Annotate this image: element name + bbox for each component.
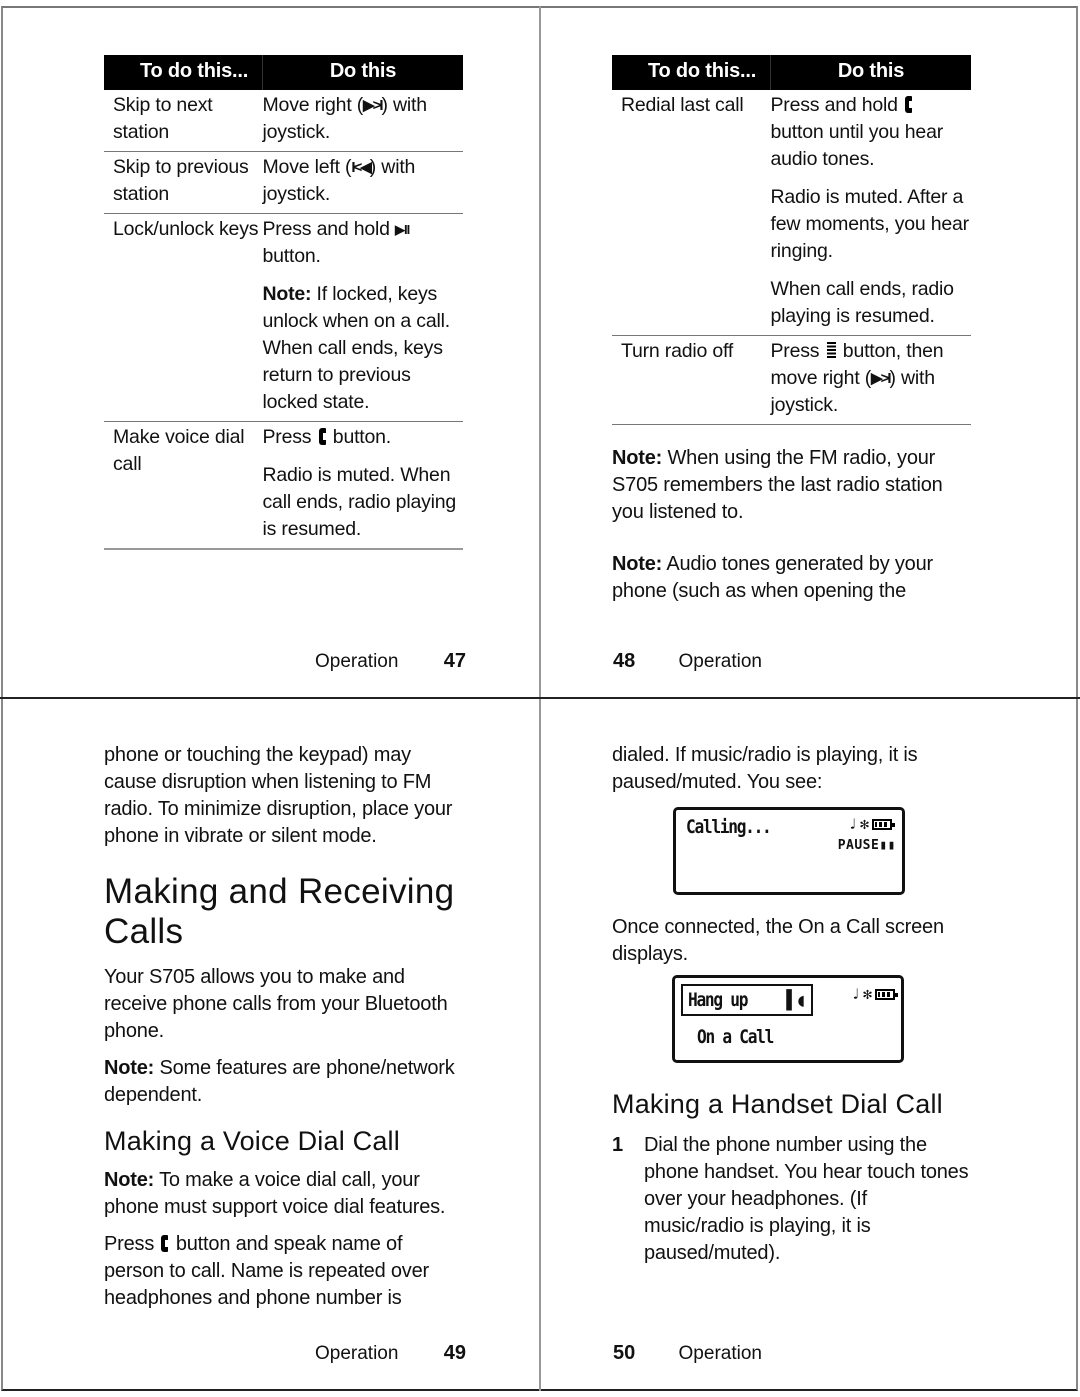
screen-title: On a Call (697, 1026, 774, 1048)
task-cell: Skip to next station (104, 90, 263, 152)
battery-icon (875, 988, 898, 1000)
on-call-paragraph: Once connected, the On a Call screen dis… (612, 916, 944, 965)
pause-status: PAUSE▮▮ (837, 838, 896, 853)
previous-track-icon: I<◀ (351, 159, 372, 176)
step-text: Dial the phone number using the phone ha… (644, 1134, 969, 1264)
page-number: 47 (443, 650, 466, 672)
step-item: 1 Dial the phone number using the phone … (612, 1132, 972, 1267)
page-footer-50: 50 Operation (613, 1342, 762, 1365)
calling-screen: Calling... ♩ ✻ PAUSE▮▮ (673, 807, 905, 895)
task-cell: Skip to previous station (104, 151, 263, 214)
intro-paragraph: phone or touching the keypad) may cause … (104, 744, 453, 847)
bluetooth-icon: ✻ (862, 985, 872, 1003)
battery-icon (872, 818, 895, 830)
table-header-task: To do this... (612, 55, 771, 90)
end-call-icon: ▌◖ (786, 990, 806, 1011)
music-note-icon: ♩ (847, 815, 857, 833)
call-button-icon (318, 428, 327, 445)
next-track-icon: ▶>I (363, 97, 384, 114)
table-header-action: Do this (262, 55, 463, 90)
intro-paragraph: dialed. If music/radio is playing, it is… (612, 744, 918, 793)
page-number: 48 (613, 650, 636, 672)
pause-icon: ▮▮ (879, 838, 896, 853)
paragraph: Your S705 allows you to make and receive… (104, 966, 448, 1042)
horizontal-page-divider (0, 697, 1080, 699)
task-cell: Lock/unlock keys (104, 213, 263, 422)
subsection-heading: Making a Voice Dial Call (104, 1126, 400, 1156)
page-footer-49: Operation 49 (315, 1342, 466, 1365)
call-controls-table: To do this... Do this Redial last call P… (612, 55, 971, 425)
action-cell: Press button, then move right (▶>I) with… (770, 335, 971, 425)
screen-title: Calling... (686, 816, 772, 838)
note: Note: To make a voice dial call, your ph… (104, 1169, 446, 1218)
next-track-icon: ▶>I (871, 370, 892, 387)
table-row: Lock/unlock keys Press and hold ▶II butt… (104, 213, 463, 422)
table-row: Skip to previous station Move left (I<◀)… (104, 151, 463, 214)
task-cell: Turn radio off (612, 335, 771, 425)
call-button-icon (161, 1235, 170, 1252)
hang-up-softkey[interactable]: Hang up ▌◖ (681, 984, 813, 1016)
page-50: dialed. If music/radio is playing, it is… (612, 742, 972, 796)
page-number: 49 (443, 1342, 466, 1364)
footer-section: Operation (678, 651, 762, 672)
table-row: Skip to next station Move right (▶>I) wi… (104, 90, 463, 152)
bluetooth-icon: ✻ (859, 815, 869, 833)
action-cell: Press and hold button until you hear aud… (770, 90, 971, 336)
action-cell: Move left (I<◀) with joystick. (262, 151, 463, 214)
status-bar: ♩ ✻ (847, 815, 895, 833)
page-footer-47: Operation 47 (315, 650, 466, 673)
call-button-icon (905, 96, 914, 113)
task-cell: Make voice dial call (104, 421, 263, 550)
status-bar: ♩ ✻ (850, 985, 898, 1003)
table-row: Make voice dial call Press button. Radio… (104, 421, 463, 550)
footer-section: Operation (678, 1343, 762, 1364)
note: Note: Some features are phone/network de… (104, 1057, 455, 1106)
task-cell: Redial last call (612, 90, 771, 336)
play-pause-icon: ▶II (395, 222, 410, 237)
step-number: 1 (612, 1134, 623, 1156)
table-row: Redial last call Press and hold button u… (612, 90, 971, 336)
table-header-task: To do this... (104, 55, 263, 90)
menu-button-icon (826, 342, 836, 358)
page-49: phone or touching the keypad) may cause … (104, 742, 464, 1312)
action-cell: Press and hold ▶II button. Note: If lock… (262, 213, 463, 422)
table-header-action: Do this (770, 55, 971, 90)
subsection-heading: Making a Handset Dial Call (612, 1089, 943, 1119)
page-footer-48: 48 Operation (613, 650, 762, 673)
page-47: To do this... Do this Skip to next stati… (104, 55, 464, 550)
note-fm-radio: Note: When using the FM radio, your S705… (612, 447, 943, 523)
section-heading: Making and Receiving Calls (104, 872, 455, 951)
action-cell: Move right (▶>I) with joystick. (262, 90, 463, 152)
handset-dial-section: Making a Handset Dial Call 1 Dial the ph… (612, 1088, 972, 1267)
radio-controls-table: To do this... Do this Skip to next stati… (104, 55, 463, 550)
footer-section: Operation (315, 1343, 399, 1364)
footer-section: Operation (315, 651, 399, 672)
page-48: To do this... Do this Redial last call P… (612, 55, 972, 605)
page-number: 50 (613, 1342, 636, 1364)
table-row: Turn radio off Press button, then move r… (612, 335, 971, 425)
note: Note: If locked, keys unlock when on a c… (262, 283, 451, 413)
on-call-screen: Hang up ▌◖ ♩ ✻ On a Call (672, 975, 904, 1063)
paragraph: Press button and speak name of person to… (104, 1233, 429, 1309)
music-note-icon: ♩ (850, 985, 860, 1003)
note-audio-tones: Note: Audio tones generated by your phon… (612, 553, 933, 602)
action-cell: Press button. Radio is muted. When call … (262, 421, 463, 550)
